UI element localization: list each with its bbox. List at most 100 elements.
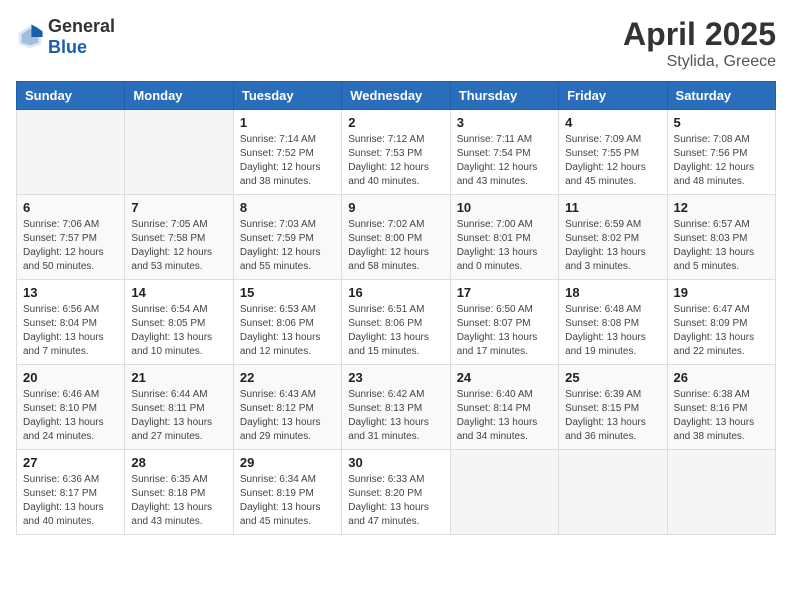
week-row-3: 13 Sunrise: 6:56 AM Sunset: 8:04 PM Dayli…: [17, 280, 776, 365]
day-number: 15: [240, 285, 335, 300]
day-info: Sunrise: 6:56 AM Sunset: 8:04 PM Dayligh…: [23, 303, 118, 359]
day-info: Sunrise: 6:50 AM Sunset: 8:07 PM Dayligh…: [457, 303, 552, 359]
calendar-table: SundayMondayTuesdayWednesdayThursdayFrid…: [16, 81, 776, 535]
day-number: 18: [565, 285, 660, 300]
weekday-header-monday: Monday: [125, 82, 233, 110]
calendar-cell: [125, 110, 233, 195]
day-number: 30: [348, 455, 443, 470]
day-number: 14: [131, 285, 226, 300]
calendar-cell: 6 Sunrise: 7:06 AM Sunset: 7:57 PM Daylig…: [17, 195, 125, 280]
weekday-header-sunday: Sunday: [17, 82, 125, 110]
calendar-cell: 13 Sunrise: 6:56 AM Sunset: 8:04 PM Dayli…: [17, 280, 125, 365]
day-info: Sunrise: 7:05 AM Sunset: 7:58 PM Dayligh…: [131, 218, 226, 274]
day-number: 16: [348, 285, 443, 300]
day-info: Sunrise: 6:51 AM Sunset: 8:06 PM Dayligh…: [348, 303, 443, 359]
day-number: 28: [131, 455, 226, 470]
week-row-1: 1 Sunrise: 7:14 AM Sunset: 7:52 PM Daylig…: [17, 110, 776, 195]
calendar-cell: 26 Sunrise: 6:38 AM Sunset: 8:16 PM Dayli…: [667, 365, 775, 450]
calendar-cell: 21Sunrise: 6:44 AM Sunset: 8:11 PM Dayli…: [125, 365, 233, 450]
day-number: 26: [674, 370, 769, 385]
day-number: 13: [23, 285, 118, 300]
calendar-cell: 12Sunrise: 6:57 AM Sunset: 8:03 PM Dayli…: [667, 195, 775, 280]
day-info: Sunrise: 6:33 AM Sunset: 8:20 PM Dayligh…: [348, 473, 443, 529]
day-number: 4: [565, 115, 660, 130]
day-info: Sunrise: 7:11 AM Sunset: 7:54 PM Dayligh…: [457, 133, 552, 189]
day-number: 12: [674, 200, 769, 215]
calendar-cell: [667, 450, 775, 535]
day-number: 22: [240, 370, 335, 385]
day-number: 29: [240, 455, 335, 470]
day-number: 5: [674, 115, 769, 130]
day-number: 8: [240, 200, 335, 215]
calendar-cell: 2 Sunrise: 7:12 AM Sunset: 7:53 PM Daylig…: [342, 110, 450, 195]
day-info: Sunrise: 7:06 AM Sunset: 7:57 PM Dayligh…: [23, 218, 118, 274]
title-block: April 2025 Stylida, Greece: [623, 16, 776, 71]
day-info: Sunrise: 7:03 AM Sunset: 7:59 PM Dayligh…: [240, 218, 335, 274]
day-number: 24: [457, 370, 552, 385]
day-number: 9: [348, 200, 443, 215]
calendar-cell: 25Sunrise: 6:39 AM Sunset: 8:15 PM Dayli…: [559, 365, 667, 450]
page-header: General Blue April 2025 Stylida, Greece: [16, 16, 776, 71]
day-info: Sunrise: 7:02 AM Sunset: 8:00 PM Dayligh…: [348, 218, 443, 274]
day-number: 1: [240, 115, 335, 130]
calendar-cell: [559, 450, 667, 535]
day-info: Sunrise: 6:42 AM Sunset: 8:13 PM Dayligh…: [348, 388, 443, 444]
day-number: 21: [131, 370, 226, 385]
calendar-cell: 4 Sunrise: 7:09 AM Sunset: 7:55 PM Daylig…: [559, 110, 667, 195]
calendar-cell: 29Sunrise: 6:34 AM Sunset: 8:19 PM Dayli…: [233, 450, 341, 535]
month-title: April 2025: [623, 16, 776, 53]
calendar-cell: 9 Sunrise: 7:02 AM Sunset: 8:00 PM Daylig…: [342, 195, 450, 280]
day-info: Sunrise: 6:46 AM Sunset: 8:10 PM Dayligh…: [23, 388, 118, 444]
logo: General Blue: [16, 16, 115, 58]
week-row-5: 27Sunrise: 6:36 AM Sunset: 8:17 PM Dayli…: [17, 450, 776, 535]
calendar-cell: 8 Sunrise: 7:03 AM Sunset: 7:59 PM Daylig…: [233, 195, 341, 280]
day-number: 3: [457, 115, 552, 130]
day-info: Sunrise: 7:14 AM Sunset: 7:52 PM Dayligh…: [240, 133, 335, 189]
calendar-cell: 23Sunrise: 6:42 AM Sunset: 8:13 PM Dayli…: [342, 365, 450, 450]
day-number: 10: [457, 200, 552, 215]
day-number: 19: [674, 285, 769, 300]
calendar-cell: 5Sunrise: 7:08 AM Sunset: 7:56 PM Daylig…: [667, 110, 775, 195]
day-info: Sunrise: 6:39 AM Sunset: 8:15 PM Dayligh…: [565, 388, 660, 444]
calendar-cell: 22 Sunrise: 6:43 AM Sunset: 8:12 PM Dayli…: [233, 365, 341, 450]
calendar-cell: 15Sunrise: 6:53 AM Sunset: 8:06 PM Dayli…: [233, 280, 341, 365]
calendar-cell: 11 Sunrise: 6:59 AM Sunset: 8:02 PM Dayli…: [559, 195, 667, 280]
week-row-4: 20 Sunrise: 6:46 AM Sunset: 8:10 PM Dayli…: [17, 365, 776, 450]
day-info: Sunrise: 6:36 AM Sunset: 8:17 PM Dayligh…: [23, 473, 118, 529]
calendar-cell: 14 Sunrise: 6:54 AM Sunset: 8:05 PM Dayli…: [125, 280, 233, 365]
day-number: 2: [348, 115, 443, 130]
day-number: 7: [131, 200, 226, 215]
calendar-cell: 24 Sunrise: 6:40 AM Sunset: 8:14 PM Dayli…: [450, 365, 558, 450]
location-title: Stylida, Greece: [623, 53, 776, 71]
day-number: 20: [23, 370, 118, 385]
day-info: Sunrise: 6:47 AM Sunset: 8:09 PM Dayligh…: [674, 303, 769, 359]
day-info: Sunrise: 6:40 AM Sunset: 8:14 PM Dayligh…: [457, 388, 552, 444]
calendar-cell: 16 Sunrise: 6:51 AM Sunset: 8:06 PM Dayli…: [342, 280, 450, 365]
calendar-cell: 10 Sunrise: 7:00 AM Sunset: 8:01 PM Dayli…: [450, 195, 558, 280]
day-info: Sunrise: 7:09 AM Sunset: 7:55 PM Dayligh…: [565, 133, 660, 189]
day-info: Sunrise: 6:59 AM Sunset: 8:02 PM Dayligh…: [565, 218, 660, 274]
logo-icon: [16, 23, 44, 51]
day-info: Sunrise: 6:54 AM Sunset: 8:05 PM Dayligh…: [131, 303, 226, 359]
calendar-cell: 17 Sunrise: 6:50 AM Sunset: 8:07 PM Dayli…: [450, 280, 558, 365]
day-number: 11: [565, 200, 660, 215]
calendar-cell: 3 Sunrise: 7:11 AM Sunset: 7:54 PM Daylig…: [450, 110, 558, 195]
weekday-header-tuesday: Tuesday: [233, 82, 341, 110]
day-number: 6: [23, 200, 118, 215]
day-info: Sunrise: 7:12 AM Sunset: 7:53 PM Dayligh…: [348, 133, 443, 189]
day-info: Sunrise: 6:35 AM Sunset: 8:18 PM Dayligh…: [131, 473, 226, 529]
day-number: 17: [457, 285, 552, 300]
calendar-cell: 19 Sunrise: 6:47 AM Sunset: 8:09 PM Dayli…: [667, 280, 775, 365]
calendar-cell: 30 Sunrise: 6:33 AM Sunset: 8:20 PM Dayli…: [342, 450, 450, 535]
calendar-cell: [450, 450, 558, 535]
weekday-header-wednesday: Wednesday: [342, 82, 450, 110]
weekday-header-thursday: Thursday: [450, 82, 558, 110]
day-info: Sunrise: 6:48 AM Sunset: 8:08 PM Dayligh…: [565, 303, 660, 359]
day-info: Sunrise: 6:43 AM Sunset: 8:12 PM Dayligh…: [240, 388, 335, 444]
week-row-2: 6 Sunrise: 7:06 AM Sunset: 7:57 PM Daylig…: [17, 195, 776, 280]
day-info: Sunrise: 6:38 AM Sunset: 8:16 PM Dayligh…: [674, 388, 769, 444]
day-info: Sunrise: 7:00 AM Sunset: 8:01 PM Dayligh…: [457, 218, 552, 274]
calendar-cell: 18 Sunrise: 6:48 AM Sunset: 8:08 PM Dayli…: [559, 280, 667, 365]
logo-blue: Blue: [48, 37, 87, 57]
logo-general: General: [48, 16, 115, 36]
